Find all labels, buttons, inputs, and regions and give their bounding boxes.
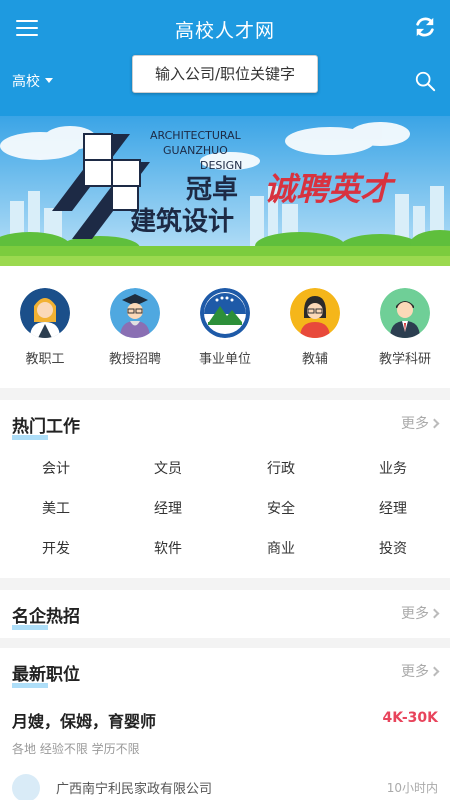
category-label: 教辅 [301,352,328,367]
job-tag[interactable]: 软件 [112,538,224,558]
company-row: 广西南宁利民家政有限公司 10小时内 [0,774,450,800]
post-time: 10小时内 [386,781,438,795]
svg-text:DESIGN: DESIGN [200,159,242,172]
company-logo-icon [12,774,40,800]
job-meta: 各地 经验不限 学历不限 [12,742,140,756]
assistant-icon [290,288,340,338]
category-nav: 教职工 教授招聘 事业单位 教辅 教学科研 [0,266,450,388]
refresh-icon[interactable] [414,16,436,38]
female-staff-icon [20,288,70,338]
search-input[interactable]: 输入公司/职位关键字 [132,55,318,93]
more-link[interactable]: 更多 [401,413,440,433]
latest-positions-section: 最新职位 更多 月嫂，保姆，育婴师 4K-30K 各地 经验不限 学历不限 广西… [0,648,450,800]
category-label: 教学科研 [378,352,431,367]
famous-companies-section: 名企热招 更多 [0,590,450,638]
svg-text:建筑设计: 建筑设计 [130,206,234,237]
section-title: 最新职位 [12,660,80,688]
job-tag[interactable]: 经理 [112,498,224,518]
company-name: 广西南宁利民家政有限公司 [56,782,213,797]
section-title: 名企热招 [12,602,80,630]
job-tag[interactable]: 开发 [0,538,112,558]
job-tag[interactable]: 行政 [225,458,337,478]
job-tag[interactable]: 文员 [112,458,224,478]
category-assistant[interactable]: 教辅 [270,288,360,367]
job-tag[interactable]: 会计 [0,458,112,478]
professor-icon [110,288,160,338]
job-tag[interactable]: 业务 [337,458,449,478]
category-label: 教授招聘 [108,352,161,367]
more-link[interactable]: 更多 [401,661,440,681]
job-title: 月嫂，保姆，育婴师 [12,712,157,731]
header: 高校人才网 高校 输入公司/职位关键字 [0,0,450,116]
category-research[interactable]: 教学科研 [360,288,450,367]
researcher-icon [380,288,430,338]
job-tag[interactable]: 经理 [337,498,449,518]
svg-text:GUANZHUO: GUANZHUO [163,144,228,157]
more-link[interactable]: 更多 [401,603,440,623]
chevron-down-icon [45,78,53,83]
category-institution[interactable]: 事业单位 [180,288,270,367]
search-icon[interactable] [414,70,436,92]
svg-text:ARCHITECTURAL: ARCHITECTURAL [150,129,242,142]
institution-emblem-icon [200,288,250,338]
svg-text:诚聘英才: 诚聘英才 [264,170,396,208]
category-professor[interactable]: 教授招聘 [90,288,180,367]
category-label: 事业单位 [198,352,251,367]
category-faculty[interactable]: 教职工 [0,288,90,367]
top-bar: 高校人才网 [0,0,450,56]
app-title: 高校人才网 [174,20,275,42]
chevron-right-icon [429,666,440,677]
promo-banner[interactable]: ARCHITECTURAL GUANZHUO DESIGN 冠卓 建筑设计 诚聘… [0,116,450,266]
svg-text:冠卓: 冠卓 [186,175,238,205]
job-tag[interactable]: 商业 [225,538,337,558]
chevron-right-icon [429,418,440,429]
hot-jobs-section: 热门工作 更多 会计 文员 行政 业务 美工 经理 安全 经理 开发 软件 商业… [0,400,450,578]
job-tag[interactable]: 安全 [225,498,337,518]
region-selector[interactable]: 高校 [12,71,53,91]
job-tag[interactable]: 投资 [337,538,449,558]
region-label: 高校 [12,74,40,90]
salary-range: 4K-30K [382,710,438,726]
section-title: 热门工作 [12,412,80,440]
chevron-right-icon [429,608,440,619]
job-tag[interactable]: 美工 [0,498,112,518]
category-label: 教职工 [25,352,65,367]
